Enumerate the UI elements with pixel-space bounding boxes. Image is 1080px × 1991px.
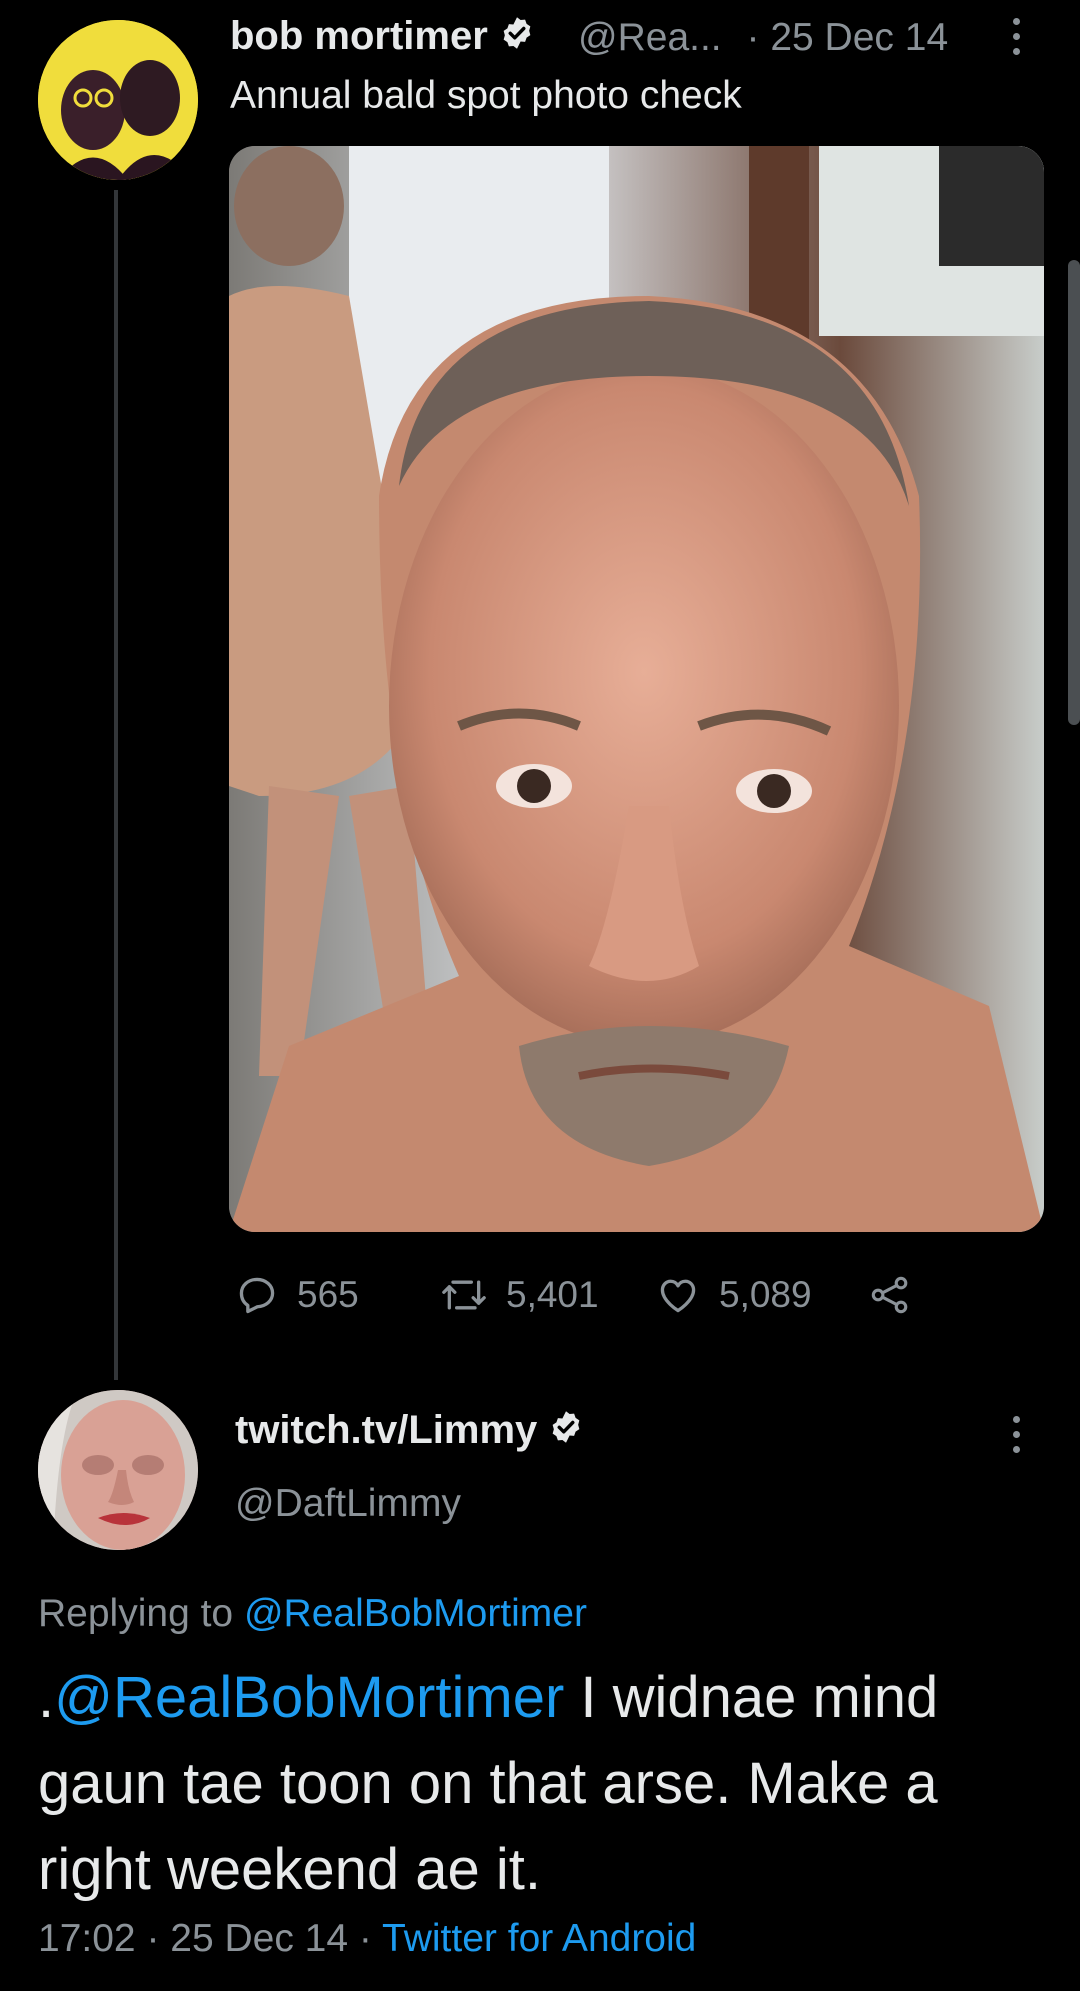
separator: · (746, 16, 760, 59)
author-name[interactable]: bob mortimer (230, 14, 535, 61)
author-handle-date: @Rea... · 25 Dec 14 (578, 16, 948, 60)
replying-prefix: Replying to (38, 1592, 244, 1635)
tweet-actions: 565 5,401 5,089 (235, 1268, 931, 1322)
reply-author-handle[interactable]: @DaftLimmy (235, 1482, 461, 1526)
reply-date[interactable]: 25 Dec 14 (170, 1917, 348, 1960)
tweet-text: Annual bald spot photo check (230, 74, 742, 117)
like-count: 5,089 (719, 1274, 812, 1315)
reply-count: 565 (297, 1274, 359, 1315)
scrollbar[interactable] (1068, 260, 1080, 725)
reply-author-avatar[interactable] (38, 1390, 198, 1550)
separator: · (348, 1917, 383, 1960)
more-options-icon[interactable] (1008, 1416, 1024, 1460)
reply-text: .@RealBobMortimer I widnae mind gaun tae… (38, 1655, 1058, 1913)
thread-line (114, 190, 118, 1380)
separator: · (135, 1917, 171, 1960)
reply-icon (239, 1277, 275, 1314)
reply-button[interactable]: 565 (235, 1273, 440, 1317)
share-button[interactable] (867, 1273, 931, 1317)
reply-author-name[interactable]: twitch.tv/Limmy (235, 1408, 584, 1455)
author-name-text[interactable]: bob mortimer (230, 14, 488, 58)
mention-link[interactable]: @RealBobMortimer (54, 1665, 564, 1730)
reply-author-name-text[interactable]: twitch.tv/Limmy (235, 1408, 537, 1452)
tweet-photo[interactable] (229, 146, 1044, 1232)
mention-prefix: . (38, 1665, 55, 1730)
replying-to-link[interactable]: @RealBobMortimer (244, 1592, 587, 1635)
heart-icon (660, 1279, 696, 1313)
more-options-icon[interactable] (1008, 18, 1024, 62)
like-button[interactable]: 5,089 (655, 1273, 867, 1317)
retweet-icon (442, 1280, 486, 1310)
tweet-date[interactable]: 25 Dec 14 (770, 16, 948, 59)
verified-badge-icon (499, 15, 535, 61)
share-icon (871, 1276, 908, 1314)
reply-metadata: 17:02 · 25 Dec 14 · Twitter for Android (38, 1917, 696, 1961)
replying-to: Replying to @RealBobMortimer (38, 1592, 587, 1636)
retweet-count: 5,401 (506, 1274, 599, 1315)
verified-badge-icon (548, 1409, 584, 1455)
reply-source-link[interactable]: Twitter for Android (382, 1917, 696, 1960)
retweet-button[interactable]: 5,401 (440, 1273, 655, 1317)
author-handle[interactable]: @Rea... (578, 16, 722, 59)
author-avatar[interactable] (38, 20, 198, 180)
reply-time[interactable]: 17:02 (38, 1917, 136, 1960)
